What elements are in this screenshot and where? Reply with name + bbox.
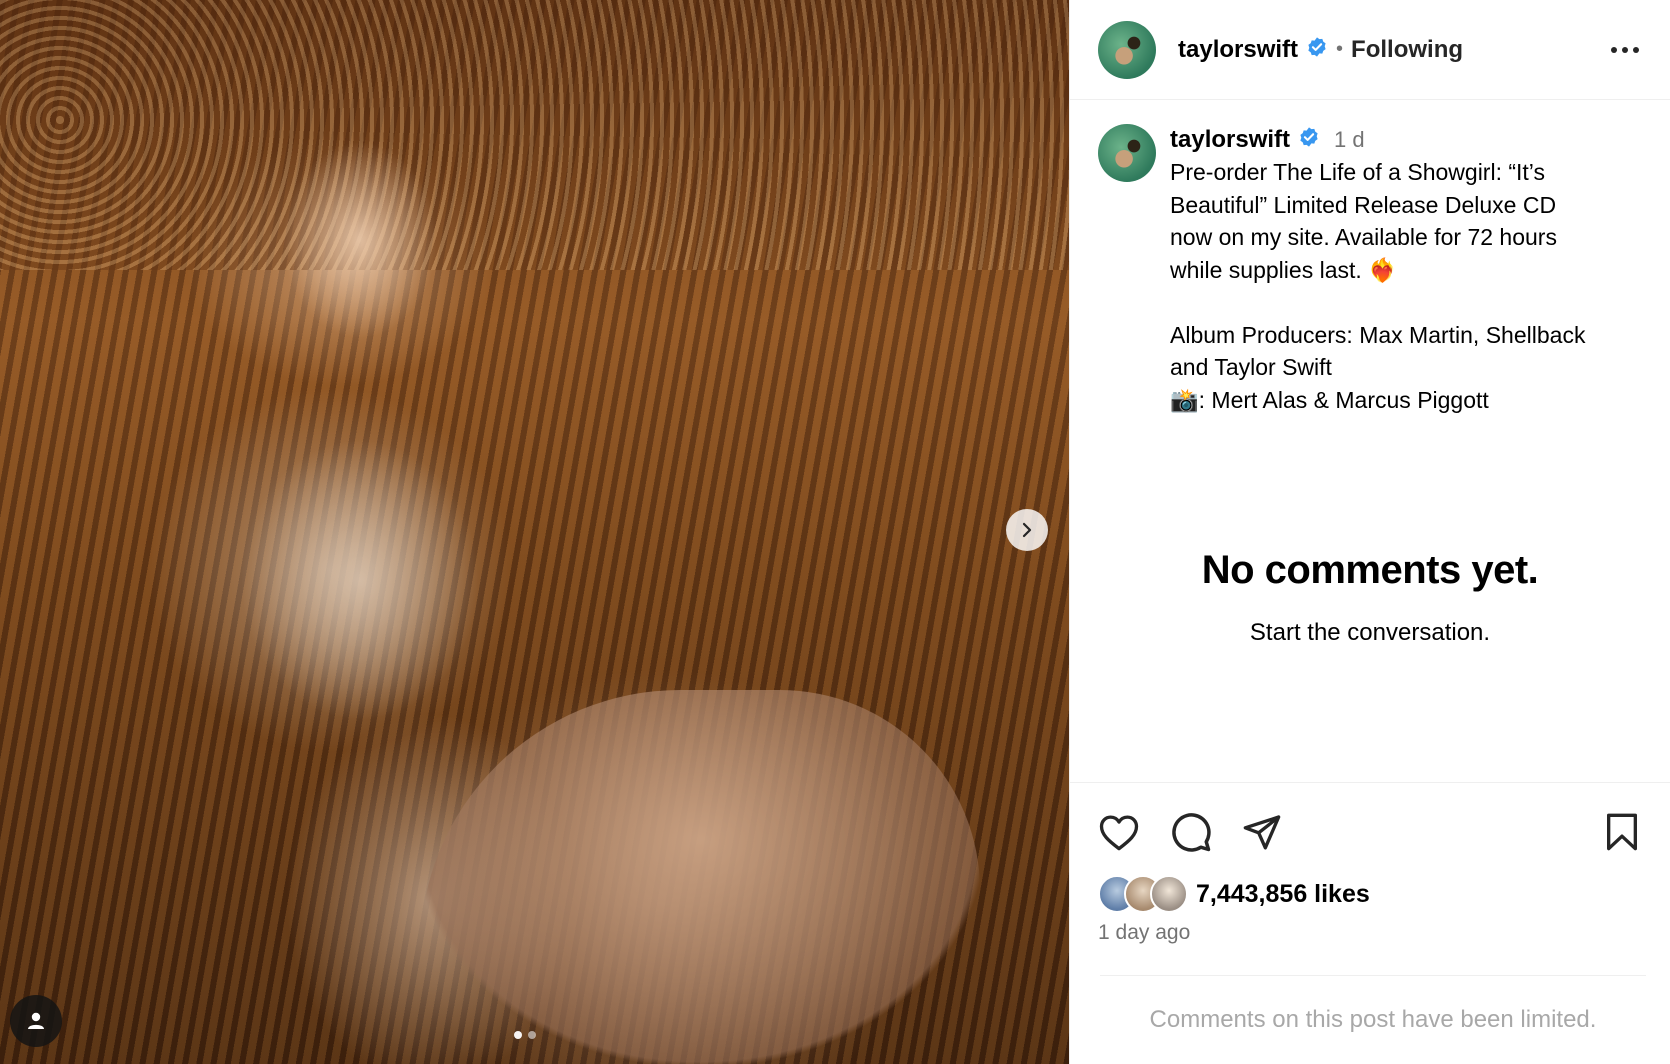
caption-line: Album Producers: Max Martin, Shellback — [1170, 321, 1586, 348]
following-button[interactable]: Following — [1351, 36, 1463, 64]
caption-line: while supplies last. ❤️‍🔥 — [1170, 256, 1397, 283]
bookmark-icon — [1606, 813, 1637, 851]
comment-icon — [1172, 813, 1211, 852]
post-viewer: taylorswift • Following taylorswift 1 d … — [0, 0, 1670, 1064]
caption-line: and Taylor Swift — [1170, 354, 1332, 380]
comments-limited-notice: Comments on this post have been limited. — [1100, 975, 1646, 1034]
author-avatar[interactable] — [1098, 20, 1156, 79]
verified-badge-icon — [1306, 36, 1328, 63]
likes-count[interactable]: 7,443,856 likes — [1196, 880, 1370, 909]
header-separator: • — [1336, 38, 1344, 60]
more-options-icon — [1611, 46, 1639, 53]
empty-comments-title: No comments yet. — [1201, 548, 1539, 592]
chevron-right-icon — [1022, 522, 1032, 538]
caption-author-avatar[interactable] — [1098, 124, 1156, 182]
liker-avatars[interactable] — [1098, 875, 1188, 913]
save-button[interactable] — [1604, 810, 1640, 854]
next-image-button[interactable] — [1006, 509, 1048, 551]
caption-line: Pre-order The Life of a Showgirl: “It’s — [1170, 159, 1545, 185]
carousel-dot — [528, 1031, 536, 1039]
caption: taylorswift 1 d Pre-order The Life of a … — [1070, 100, 1670, 416]
caption-timestamp: 1 d — [1334, 127, 1365, 152]
caption-username[interactable]: taylorswift — [1170, 124, 1290, 156]
verified-badge-icon — [1298, 124, 1320, 156]
caption-line: Beautiful” Limited Release Deluxe CD — [1170, 191, 1557, 218]
liker-avatar — [1150, 875, 1188, 913]
action-bar — [1070, 783, 1670, 855]
share-icon — [1243, 815, 1281, 850]
post-actions-section: 7,443,856 likes 1 day ago — [1070, 782, 1670, 945]
likes-row: 7,443,856 likes — [1070, 855, 1670, 913]
caption-body: taylorswift 1 d Pre-order The Life of a … — [1170, 124, 1640, 416]
user-tag-icon — [28, 1012, 44, 1029]
like-button[interactable] — [1098, 810, 1140, 854]
post-details-panel: taylorswift • Following taylorswift 1 d … — [1069, 0, 1670, 1064]
caption-line: now on my site. Available for 72 hours — [1170, 224, 1557, 250]
author-username[interactable]: taylorswift — [1178, 36, 1298, 64]
heart-icon — [1099, 815, 1139, 851]
empty-comments: No comments yet. Start the conversation. — [1070, 548, 1670, 647]
share-button[interactable] — [1242, 810, 1282, 854]
carousel-indicator — [514, 1031, 536, 1039]
post-timestamp[interactable]: 1 day ago — [1070, 913, 1670, 945]
post-media[interactable] — [0, 0, 1069, 1064]
caption-header: taylorswift 1 d — [1170, 124, 1640, 156]
empty-comments-subtitle: Start the conversation. — [1249, 619, 1491, 646]
carousel-dot — [514, 1031, 522, 1039]
more-options-button[interactable] — [1610, 41, 1640, 59]
caption-line: 📸: Mert Alas & Marcus Piggott — [1170, 386, 1489, 413]
comment-button[interactable] — [1170, 810, 1212, 854]
post-header: taylorswift • Following — [1070, 0, 1670, 100]
tagged-users-button[interactable] — [10, 995, 62, 1047]
